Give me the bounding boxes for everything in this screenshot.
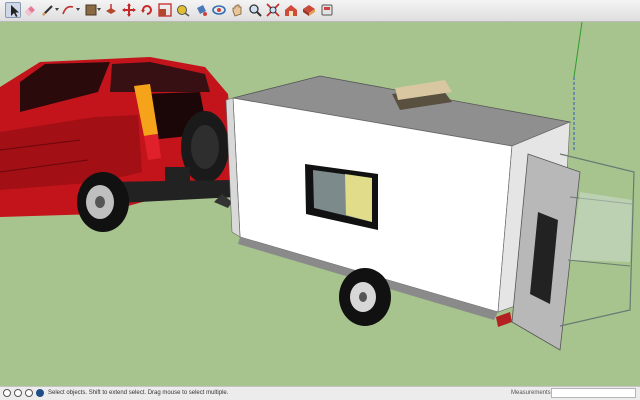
- measurements-input[interactable]: [551, 388, 636, 398]
- line-tool-caret[interactable]: [55, 8, 59, 11]
- zoom-extents-tool-button[interactable]: [265, 2, 281, 18]
- geo-location-icon[interactable]: [3, 389, 11, 397]
- model-viewport[interactable]: [0, 22, 640, 386]
- zoom-extents-icon: [266, 3, 280, 17]
- orbit-icon: [212, 5, 226, 15]
- status-bar: Select objects. Shift to extend select. …: [0, 386, 640, 400]
- rotate-tool-button[interactable]: [139, 2, 155, 18]
- user-icon[interactable]: [25, 389, 33, 397]
- pan-icon: [232, 4, 242, 17]
- rectangle-tool-caret[interactable]: [97, 8, 101, 11]
- layout-icon: [321, 4, 333, 16]
- eraser-icon: [25, 6, 35, 16]
- move-icon: [122, 3, 136, 17]
- move-tool-button[interactable]: [121, 2, 137, 18]
- main-toolbar: [0, 0, 640, 22]
- zoom-tool-button[interactable]: [247, 2, 263, 18]
- layout-tool-button[interactable]: [319, 2, 335, 18]
- scale-icon: [158, 3, 172, 17]
- paint-bucket-tool-button[interactable]: [193, 2, 209, 18]
- warehouse-icon: [285, 5, 297, 16]
- pan-tool-button[interactable]: [229, 2, 245, 18]
- model-scene: [0, 22, 640, 386]
- select-tool-button[interactable]: [5, 2, 21, 18]
- line-pencil-icon: [42, 5, 53, 16]
- eraser-tool-button[interactable]: [22, 2, 38, 18]
- zoom-icon: [249, 4, 262, 17]
- help-icon[interactable]: [36, 389, 44, 397]
- paint-bucket-icon: [197, 5, 207, 16]
- measurements-label: Measurements: [511, 390, 551, 396]
- extension-warehouse-icon: [303, 5, 315, 16]
- scale-tool-button[interactable]: [157, 2, 173, 18]
- extension-warehouse-tool-button[interactable]: [301, 2, 317, 18]
- arc-icon: [62, 5, 74, 15]
- line-tool-button[interactable]: [40, 2, 56, 18]
- credits-icon[interactable]: [14, 389, 22, 397]
- tape-measure-tool-button[interactable]: [175, 2, 191, 18]
- status-message: Select objects. Shift to extend select. …: [48, 390, 229, 396]
- tape-measure-icon: [177, 5, 190, 17]
- arc-tool-caret[interactable]: [76, 8, 80, 11]
- arc-tool-button[interactable]: [60, 2, 76, 18]
- rectangle-icon: [85, 4, 97, 16]
- push-pull-tool-button[interactable]: [103, 2, 119, 18]
- orbit-tool-button[interactable]: [211, 2, 227, 18]
- rotate-icon: [141, 5, 152, 15]
- push-pull-icon: [106, 4, 116, 14]
- warehouse-tool-button[interactable]: [283, 2, 299, 18]
- select-arrow-icon: [11, 5, 19, 17]
